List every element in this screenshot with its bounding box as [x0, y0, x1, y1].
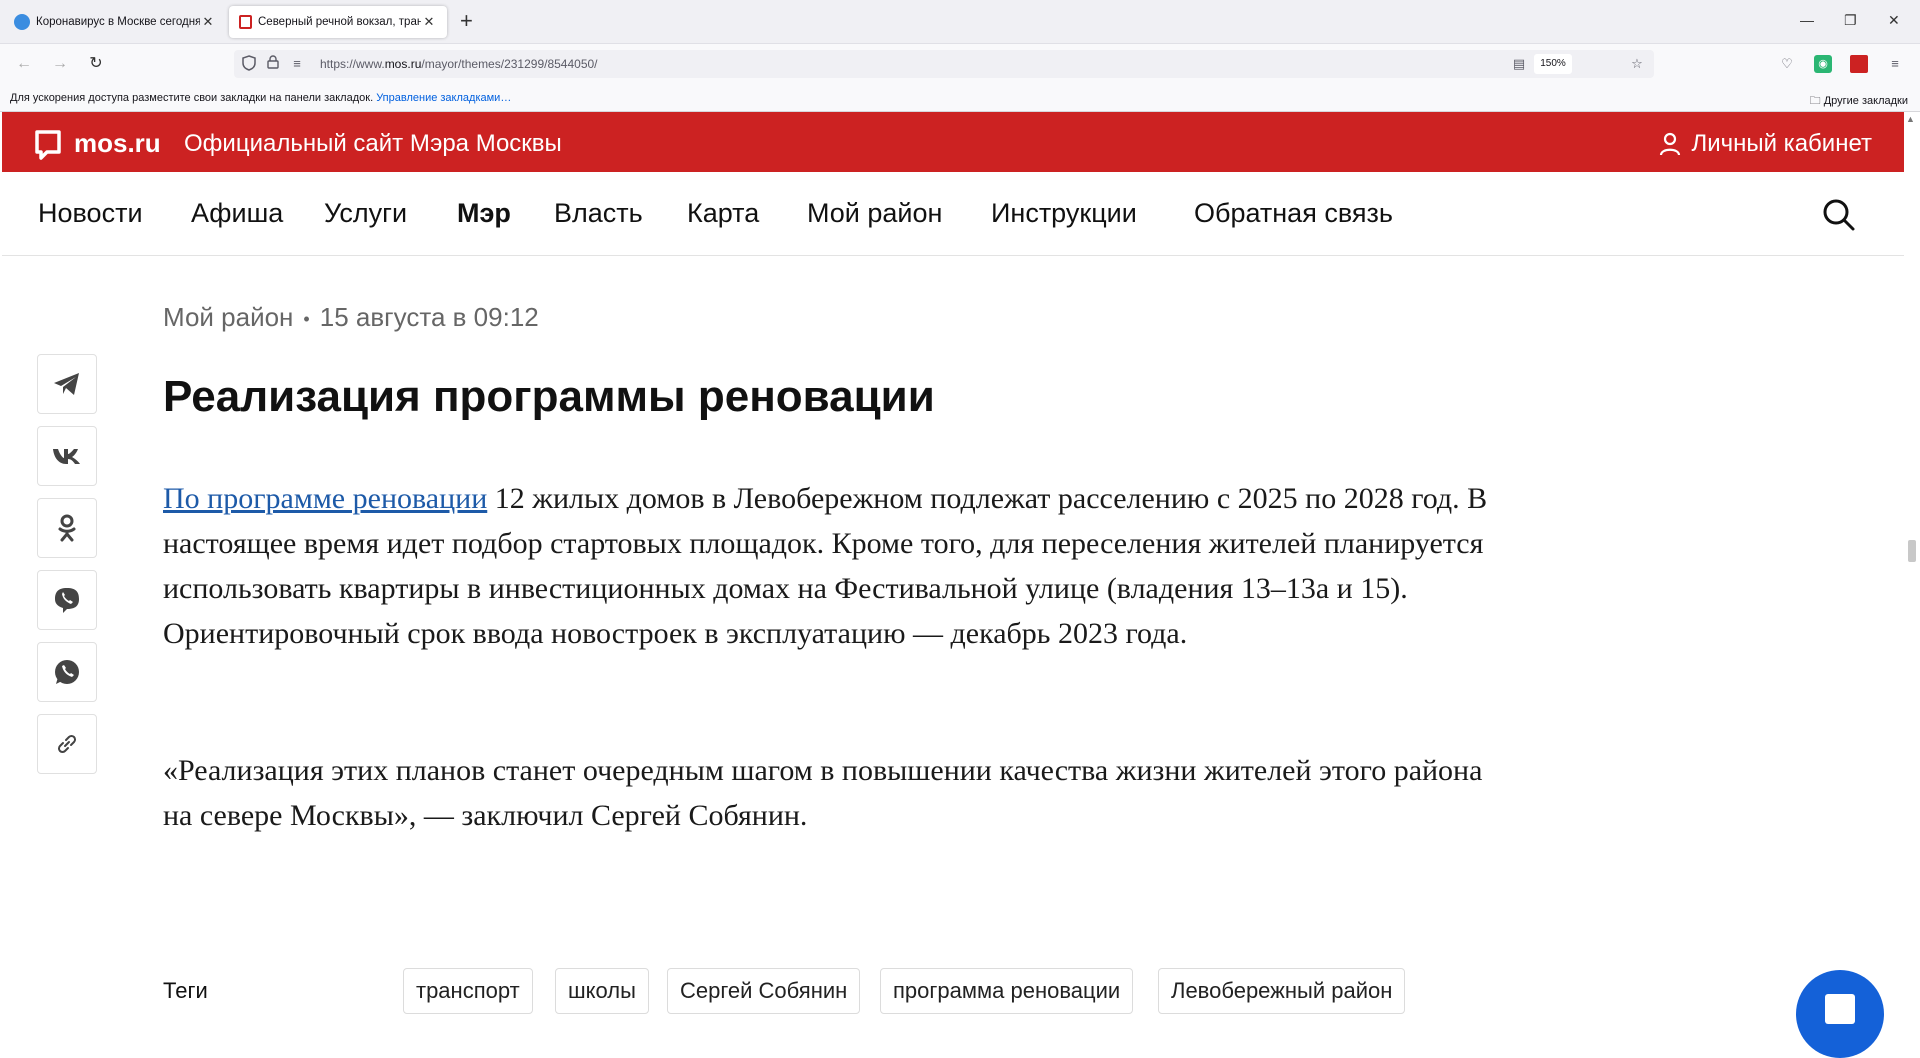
site-header: mos.ru Официальный сайт Мэра Москвы Личн…: [2, 112, 1904, 172]
odnoklassniki-icon: [58, 514, 76, 542]
tab-title: Коронавирус в Москве сегодня –: [36, 16, 200, 28]
main-navigation: Новости Афиша Услуги Мэр Власть Карта Мо…: [2, 172, 1904, 256]
extension-red-icon[interactable]: [1850, 55, 1868, 73]
tag-sobyanin[interactable]: Сергей Собянин: [667, 968, 861, 1014]
tag-renovation-program[interactable]: программа реновации: [880, 968, 1134, 1014]
permissions-icon[interactable]: ≡: [288, 55, 306, 73]
new-tab-button[interactable]: +: [460, 10, 473, 32]
minimize-icon[interactable]: —: [1800, 12, 1814, 28]
close-tab-icon[interactable]: ✕: [200, 14, 216, 30]
site-subtitle[interactable]: Официальный сайт Мэра Москвы: [184, 130, 562, 158]
viber-icon: [55, 588, 79, 613]
renovation-program-link[interactable]: По программе реновации: [163, 482, 487, 515]
share-vk-button[interactable]: [37, 426, 97, 486]
nav-item-instructions[interactable]: Инструкции: [991, 198, 1137, 229]
nav-item-government[interactable]: Власть: [554, 198, 643, 229]
mos-favicon-icon: [239, 15, 252, 29]
scroll-up-arrow[interactable]: ▲: [1906, 114, 1915, 124]
share-telegram-button[interactable]: [37, 354, 97, 414]
site-logo[interactable]: mos.ru: [74, 128, 161, 159]
whatsapp-icon: [55, 660, 79, 684]
chat-widget-button[interactable]: [1796, 970, 1884, 1058]
search-icon[interactable]: [1822, 198, 1856, 232]
tracking-shield-icon[interactable]: [240, 55, 258, 73]
nav-item-afisha[interactable]: Афиша: [191, 198, 283, 229]
user-icon: [1660, 132, 1681, 156]
bookmark-star-icon[interactable]: ☆: [1628, 55, 1646, 73]
personal-account-button[interactable]: Личный кабинет: [1659, 130, 1872, 158]
article-paragraph: «Реализация этих планов станет очередным…: [163, 754, 1483, 832]
reader-view-icon[interactable]: ▤: [1510, 55, 1528, 73]
reload-icon[interactable]: ↻: [84, 52, 108, 76]
tag-levoberezhny-district[interactable]: Левобережный район: [1158, 968, 1406, 1014]
article-meta: Мой район • 15 августа в 09:12: [163, 302, 539, 333]
scrollbar-thumb[interactable]: [1908, 540, 1916, 562]
article-title: Реализация программы реновации: [163, 372, 935, 421]
nav-item-my-district[interactable]: Мой район: [807, 198, 942, 229]
browser-tab-bar: Коронавирус в Москве сегодня – ✕ Северны…: [0, 0, 1920, 44]
tag-schools[interactable]: школы: [555, 968, 649, 1014]
chat-icon: [1825, 994, 1855, 1024]
share-odnoklassniki-button[interactable]: [37, 498, 97, 558]
close-tab-icon[interactable]: ✕: [421, 14, 437, 30]
article-date: 15 августа в 09:12: [319, 302, 539, 332]
other-bookmarks-button[interactable]: 🗀 Другие закладки: [1810, 92, 1908, 111]
share-whatsapp-button[interactable]: [37, 642, 97, 702]
forward-icon[interactable]: →: [48, 52, 72, 76]
address-bar[interactable]: ≡ https://www.mos.ru/mayor/themes/231299…: [234, 50, 1654, 78]
back-icon[interactable]: ←: [12, 52, 36, 76]
coronavirus-favicon-icon: [14, 14, 30, 30]
personal-account-label: Личный кабинет: [1691, 130, 1872, 157]
article-category[interactable]: Мой район: [163, 302, 293, 332]
tags-label: Теги: [163, 978, 208, 1003]
nav-item-news[interactable]: Новости: [38, 198, 143, 229]
nav-item-services[interactable]: Услуги: [324, 198, 407, 229]
close-window-icon[interactable]: ✕: [1888, 12, 1900, 29]
vk-icon: [53, 449, 80, 464]
share-viber-button[interactable]: [37, 570, 97, 630]
nav-item-mayor[interactable]: Мэр: [457, 198, 511, 229]
restore-icon[interactable]: ❐: [1844, 12, 1857, 29]
nav-item-map[interactable]: Карта: [687, 198, 759, 229]
meta-separator: •: [303, 308, 310, 329]
copy-link-button[interactable]: [37, 714, 97, 774]
browser-tab-active[interactable]: Северный речной вокзал, трансп ✕: [229, 6, 447, 38]
bookmarks-hint: Для ускорения доступа разместите свои за…: [10, 92, 512, 104]
url-text[interactable]: https://www.mos.ru/mayor/themes/231299/8…: [320, 57, 598, 71]
article-paragraph: По программе реновации 12 жилых домов в …: [163, 482, 1488, 650]
menu-icon[interactable]: ≡: [1886, 55, 1904, 73]
extension-green-icon[interactable]: ◉: [1814, 55, 1832, 73]
telegram-icon: [54, 373, 79, 395]
mos-logo-icon[interactable]: [35, 130, 61, 160]
manage-bookmarks-link[interactable]: Управление закладками…: [376, 92, 511, 104]
zoom-level[interactable]: 150%: [1534, 54, 1572, 74]
lock-icon[interactable]: [264, 55, 282, 73]
tab-title: Северный речной вокзал, трансп: [258, 16, 421, 28]
pocket-icon[interactable]: ♡: [1778, 55, 1796, 73]
tag-transport[interactable]: транспорт: [403, 968, 533, 1014]
bookmarks-toolbar: Для ускорения доступа разместите свои за…: [0, 84, 1920, 112]
link-icon: [57, 734, 77, 754]
nav-item-feedback[interactable]: Обратная связь: [1194, 198, 1393, 229]
browser-nav-bar: ← → ↻ ≡ https://www.mos.ru/mayor/themes/…: [0, 44, 1920, 84]
browser-tab[interactable]: Коронавирус в Москве сегодня – ✕: [4, 6, 226, 38]
